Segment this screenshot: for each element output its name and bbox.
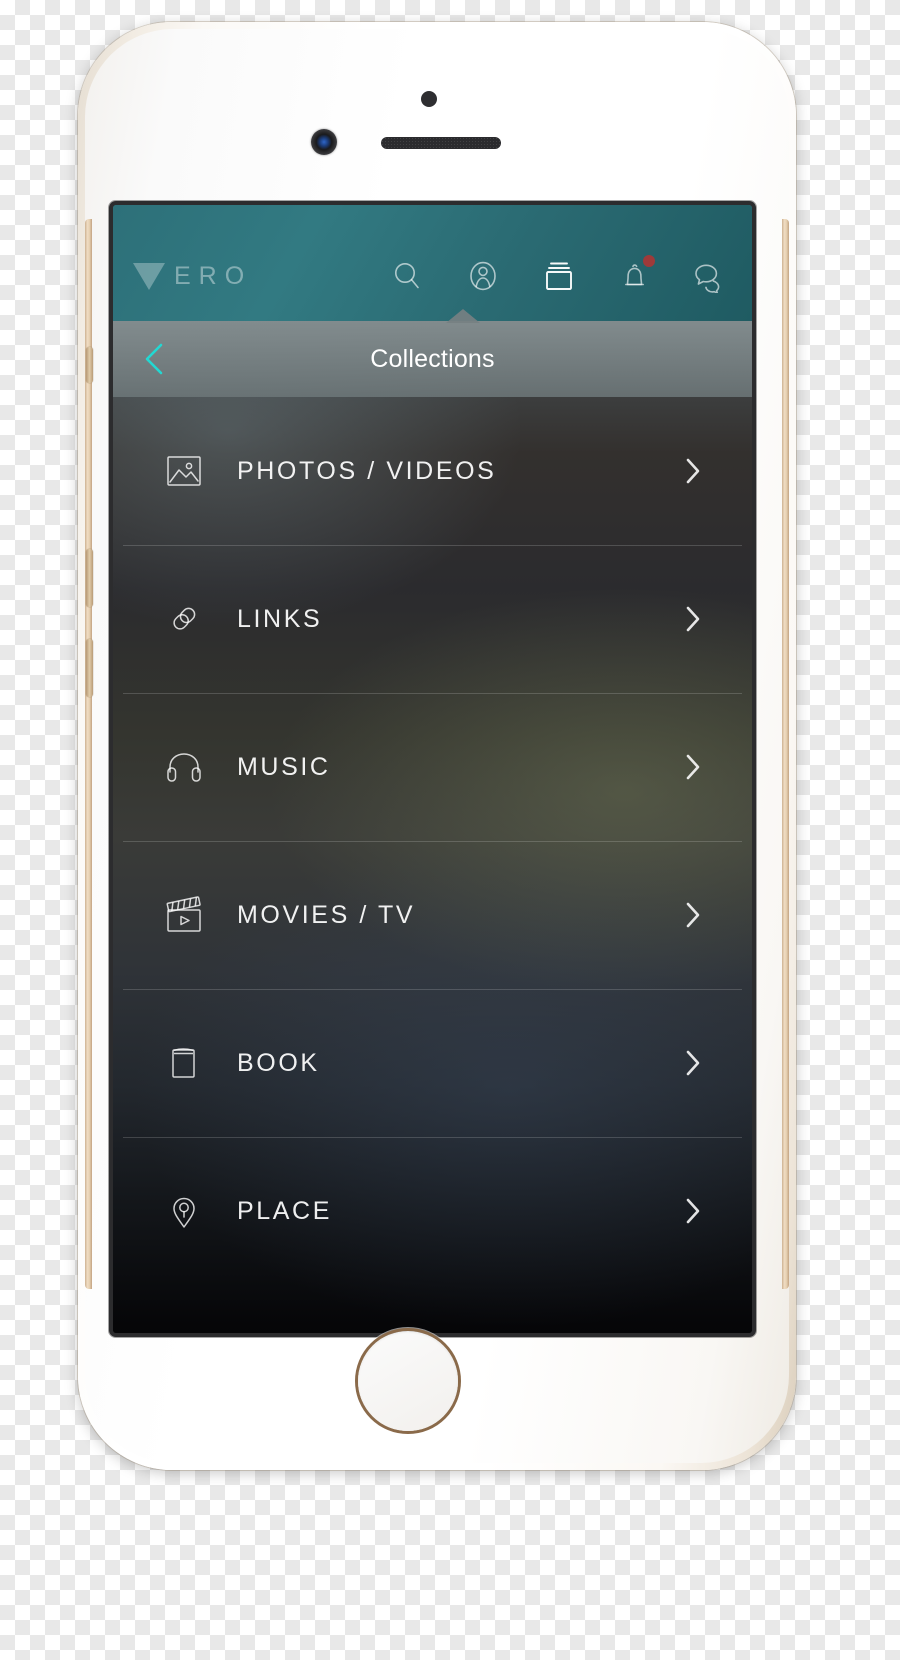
chevron-right-icon[interactable] <box>678 1196 708 1226</box>
phone-screen: ERO Collections PHOTOS / VIDEOS LINKS MU… <box>113 205 752 1333</box>
collections-list: PHOTOS / VIDEOS LINKS MUSIC MOVIES / TV … <box>113 397 752 1333</box>
vero-brand-text: ERO <box>174 261 253 290</box>
vero-triangle-logo-icon <box>133 262 165 290</box>
chevron-right-icon[interactable] <box>678 1048 708 1078</box>
chevron-right-icon[interactable] <box>678 604 708 634</box>
chevron-right-icon[interactable] <box>678 900 708 930</box>
right-side-rail <box>782 219 789 1289</box>
home-button[interactable] <box>355 1328 461 1434</box>
vero-logo[interactable]: ERO <box>133 262 252 291</box>
chat-icon[interactable] <box>690 255 732 297</box>
page-titlebar: Collections <box>113 321 752 397</box>
map-pin-icon <box>161 1188 207 1234</box>
volume-down-button[interactable] <box>86 639 93 697</box>
mute-switch[interactable] <box>86 347 93 383</box>
list-item[interactable]: PHOTOS / VIDEOS <box>113 397 752 545</box>
left-side-rail <box>85 219 93 1289</box>
active-tab-pointer <box>446 309 480 323</box>
notification-badge <box>643 255 655 267</box>
link-icon <box>161 596 207 642</box>
chevron-right-icon[interactable] <box>678 456 708 486</box>
list-item[interactable]: PLACE <box>113 1137 752 1285</box>
headphones-icon <box>161 744 207 790</box>
search-icon[interactable] <box>386 255 428 297</box>
list-item[interactable]: LINKS <box>113 545 752 693</box>
earpiece-speaker <box>381 137 501 149</box>
clapperboard-icon <box>161 892 207 938</box>
volume-up-button[interactable] <box>86 549 93 607</box>
bell-icon[interactable] <box>614 255 656 297</box>
list-item[interactable]: BOOK <box>113 989 752 1137</box>
list-item-label: LINKS <box>237 604 323 633</box>
page-title: Collections <box>370 344 495 373</box>
chevron-right-icon[interactable] <box>678 752 708 782</box>
image-icon <box>161 448 207 494</box>
list-item-label: MOVIES / TV <box>237 900 416 929</box>
collections-icon[interactable] <box>538 255 580 297</box>
phone-device: ERO Collections PHOTOS / VIDEOS LINKS MU… <box>78 22 796 1470</box>
app-navbar: ERO <box>113 205 752 321</box>
list-item-label: BOOK <box>237 1048 320 1077</box>
profile-icon[interactable] <box>462 255 504 297</box>
list-item[interactable]: MOVIES / TV <box>113 841 752 989</box>
back-button[interactable] <box>133 337 177 381</box>
list-item[interactable]: MUSIC <box>113 693 752 841</box>
list-item-label: PHOTOS / VIDEOS <box>237 456 497 485</box>
phone-body: ERO Collections PHOTOS / VIDEOS LINKS MU… <box>85 29 789 1463</box>
list-item-label: PLACE <box>237 1196 332 1225</box>
proximity-sensor <box>421 91 437 107</box>
front-camera <box>311 129 337 155</box>
navbar-icon-group <box>386 255 734 297</box>
list-item-label: MUSIC <box>237 752 331 781</box>
book-icon <box>161 1040 207 1086</box>
